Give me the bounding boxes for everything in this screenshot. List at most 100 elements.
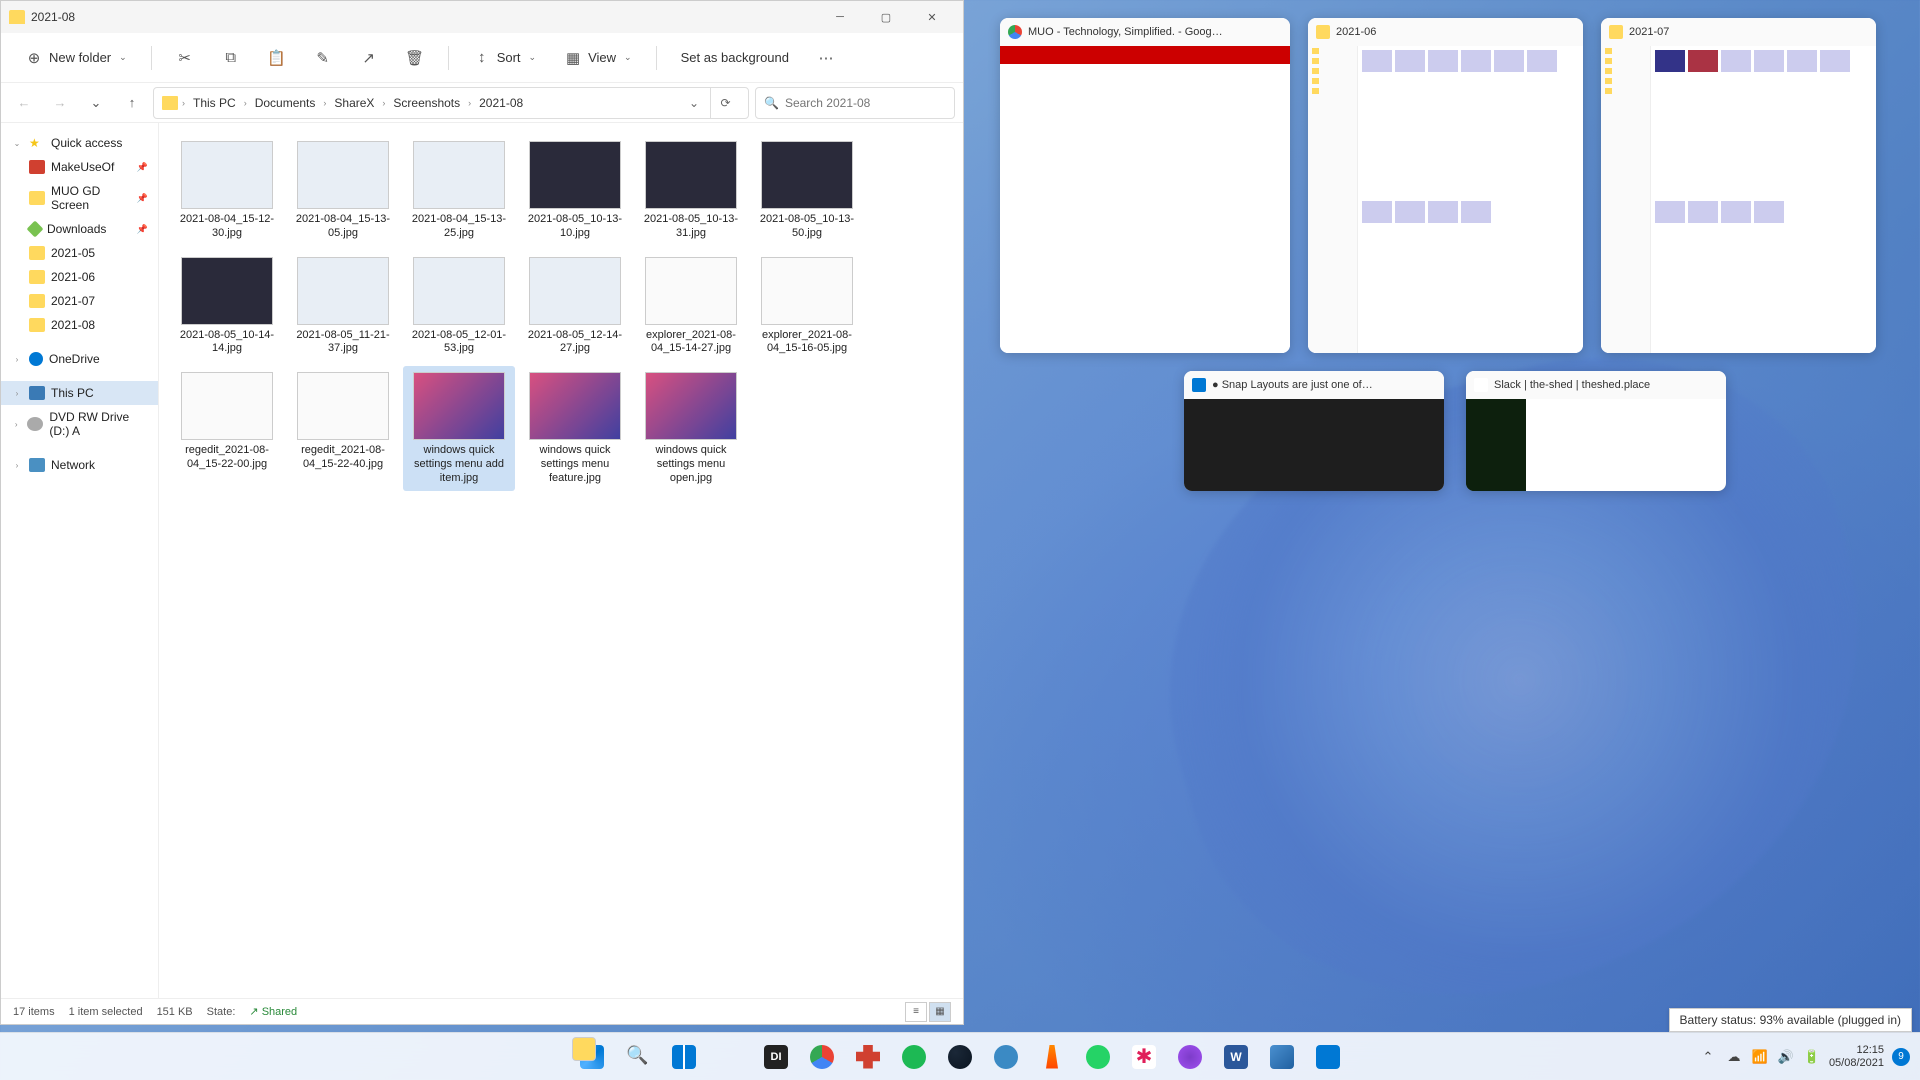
taskbar-app-whatsapp[interactable]: [1078, 1037, 1118, 1077]
file-item[interactable]: 2021-08-05_10-13-50.jpg: [751, 135, 863, 247]
sidebar-item-2021-08[interactable]: 2021-08: [1, 313, 158, 337]
file-item[interactable]: 2021-08-05_12-01-53.jpg: [403, 251, 515, 363]
battery-tray-icon[interactable]: 🔋: [1803, 1048, 1821, 1066]
rename-button[interactable]: ✎: [304, 43, 342, 73]
copy-button[interactable]: ⧉: [212, 43, 250, 73]
new-folder-button[interactable]: ⊕ New folder ⌄: [15, 43, 137, 73]
delete-button[interactable]: 🗑: [396, 43, 434, 73]
file-item[interactable]: windows quick settings menu open.jpg: [635, 366, 747, 491]
sidebar-this-pc[interactable]: › This PC: [1, 381, 158, 405]
maximize-button[interactable]: ▢: [863, 1, 909, 33]
recent-locations-button[interactable]: ⌄: [81, 88, 111, 118]
up-button[interactable]: ↑: [117, 88, 147, 118]
breadcrumb-item[interactable]: Screenshots: [389, 94, 464, 112]
window-thumbnail-slack[interactable]: Slack | the-shed | theshed.place: [1466, 371, 1726, 491]
search-box[interactable]: 🔍: [755, 87, 955, 119]
taskbar-app-extension[interactable]: [848, 1037, 888, 1077]
close-button[interactable]: ✕: [909, 1, 955, 33]
tray-overflow-button[interactable]: ⌃: [1699, 1048, 1717, 1066]
taskbar-app-word[interactable]: W: [1216, 1037, 1256, 1077]
breadcrumb-item[interactable]: This PC: [189, 94, 240, 112]
taskbar-app-firefox[interactable]: [1170, 1037, 1210, 1077]
minimize-button[interactable]: ─: [817, 1, 863, 33]
taskbar-app-chrome[interactable]: [802, 1037, 842, 1077]
sidebar-item-2021-07[interactable]: 2021-07: [1, 289, 158, 313]
chevron-right-icon: ›: [11, 355, 23, 364]
file-item[interactable]: explorer_2021-08-04_15-16-05.jpg: [751, 251, 863, 363]
back-button[interactable]: ←: [9, 88, 39, 118]
thumbnail-title: 2021-07: [1629, 26, 1669, 38]
taskbar-app-qbittorrent[interactable]: [986, 1037, 1026, 1077]
delete-icon: 🗑: [406, 49, 424, 67]
file-item[interactable]: 2021-08-04_15-13-05.jpg: [287, 135, 399, 247]
file-item[interactable]: 2021-08-04_15-13-25.jpg: [403, 135, 515, 247]
battery-tooltip: Battery status: 93% available (plugged i…: [1669, 1008, 1912, 1032]
onedrive-tray-icon[interactable]: ☁: [1725, 1048, 1743, 1066]
forward-button[interactable]: →: [45, 88, 75, 118]
notification-badge[interactable]: 9: [1892, 1048, 1910, 1066]
details-view-button[interactable]: ≡: [905, 1002, 927, 1022]
taskbar-app-slack[interactable]: [1124, 1037, 1164, 1077]
file-grid[interactable]: 2021-08-04_15-12-30.jpg2021-08-04_15-13-…: [159, 123, 963, 998]
file-item[interactable]: windows quick settings menu feature.jpg: [519, 366, 631, 491]
taskbar-app-vscode[interactable]: [1308, 1037, 1348, 1077]
thumbnail-title: MUO - Technology, Simplified. - Goog…: [1028, 26, 1223, 38]
window-thumbnail-explorer-2021-06[interactable]: 2021-06: [1308, 18, 1583, 353]
clock[interactable]: 12:15 05/08/2021: [1829, 1044, 1884, 1069]
search-button[interactable]: 🔍: [618, 1037, 658, 1077]
titlebar[interactable]: 2021-08 ─ ▢ ✕: [1, 1, 963, 33]
sidebar-quick-access[interactable]: ⌄ ★ Quick access: [1, 131, 158, 155]
task-view-button[interactable]: [664, 1037, 704, 1077]
window-thumbnail-explorer-2021-07[interactable]: 2021-07: [1601, 18, 1876, 353]
window-thumbnail-vscode[interactable]: ● Snap Layouts are just one of…: [1184, 371, 1444, 491]
file-item[interactable]: 2021-08-05_11-21-37.jpg: [287, 251, 399, 363]
sidebar-item-2021-06[interactable]: 2021-06: [1, 265, 158, 289]
sidebar-item-muo-gd[interactable]: MUO GD Screen 📌: [1, 179, 158, 217]
cut-icon: ✂: [176, 49, 194, 67]
file-item[interactable]: 2021-08-05_10-13-31.jpg: [635, 135, 747, 247]
more-button[interactable]: ⋯: [807, 43, 845, 73]
chevron-right-icon: ›: [11, 420, 21, 429]
window-thumbnail-chrome[interactable]: MUO - Technology, Simplified. - Goog…: [1000, 18, 1290, 353]
cut-button[interactable]: ✂: [166, 43, 204, 73]
refresh-button[interactable]: ⟳: [710, 88, 740, 118]
breadcrumb[interactable]: › This PC › Documents › ShareX › Screens…: [153, 87, 749, 119]
thumbnails-view-button[interactable]: ▦: [929, 1002, 951, 1022]
set-as-background-button[interactable]: Set as background: [671, 44, 799, 71]
wifi-tray-icon[interactable]: 📶: [1751, 1048, 1769, 1066]
file-item[interactable]: regedit_2021-08-04_15-22-00.jpg: [171, 366, 283, 491]
taskbar-app-steam[interactable]: [940, 1037, 980, 1077]
taskbar-app-sharex[interactable]: [1262, 1037, 1302, 1077]
sidebar-dvd-drive[interactable]: › DVD RW Drive (D:) A: [1, 405, 158, 443]
file-item[interactable]: 2021-08-04_15-12-30.jpg: [171, 135, 283, 247]
file-item[interactable]: 2021-08-05_10-14-14.jpg: [171, 251, 283, 363]
sidebar-onedrive[interactable]: › OneDrive: [1, 347, 158, 371]
breadcrumb-item[interactable]: ShareX: [330, 94, 378, 112]
sidebar-label: This PC: [51, 386, 94, 400]
file-item[interactable]: regedit_2021-08-04_15-22-40.jpg: [287, 366, 399, 491]
share-icon: ↗: [360, 49, 378, 67]
taskbar-app-explorer[interactable]: [710, 1037, 750, 1077]
paste-button[interactable]: 📋: [258, 43, 296, 73]
view-button[interactable]: ▦ View ⌄: [554, 43, 642, 73]
volume-tray-icon[interactable]: 🔊: [1777, 1048, 1795, 1066]
share-button[interactable]: ↗: [350, 43, 388, 73]
file-item[interactable]: explorer_2021-08-04_15-14-27.jpg: [635, 251, 747, 363]
sidebar-network[interactable]: › Network: [1, 453, 158, 477]
sidebar-item-makeuseof[interactable]: MakeUseOf 📌: [1, 155, 158, 179]
sidebar-item-2021-05[interactable]: 2021-05: [1, 241, 158, 265]
file-item[interactable]: 2021-08-05_10-13-10.jpg: [519, 135, 631, 247]
search-input[interactable]: [785, 96, 946, 110]
sort-button[interactable]: ↕ Sort ⌄: [463, 43, 546, 73]
file-item[interactable]: 2021-08-05_12-14-27.jpg: [519, 251, 631, 363]
file-explorer-window: 2021-08 ─ ▢ ✕ ⊕ New folder ⌄ ✂ ⧉ 📋 ✎ ↗ 🗑…: [0, 0, 964, 1025]
sidebar-label: Downloads: [47, 222, 106, 236]
file-item[interactable]: windows quick settings menu add item.jpg: [403, 366, 515, 491]
breadcrumb-item[interactable]: 2021-08: [475, 94, 527, 112]
breadcrumb-item[interactable]: Documents: [251, 94, 320, 112]
taskbar-app-spotify[interactable]: [894, 1037, 934, 1077]
taskbar-app-di[interactable]: DI: [756, 1037, 796, 1077]
sidebar-item-downloads[interactable]: Downloads 📌: [1, 217, 158, 241]
address-dropdown-button[interactable]: ⌄: [682, 96, 706, 110]
taskbar-app-vlc[interactable]: [1032, 1037, 1072, 1077]
